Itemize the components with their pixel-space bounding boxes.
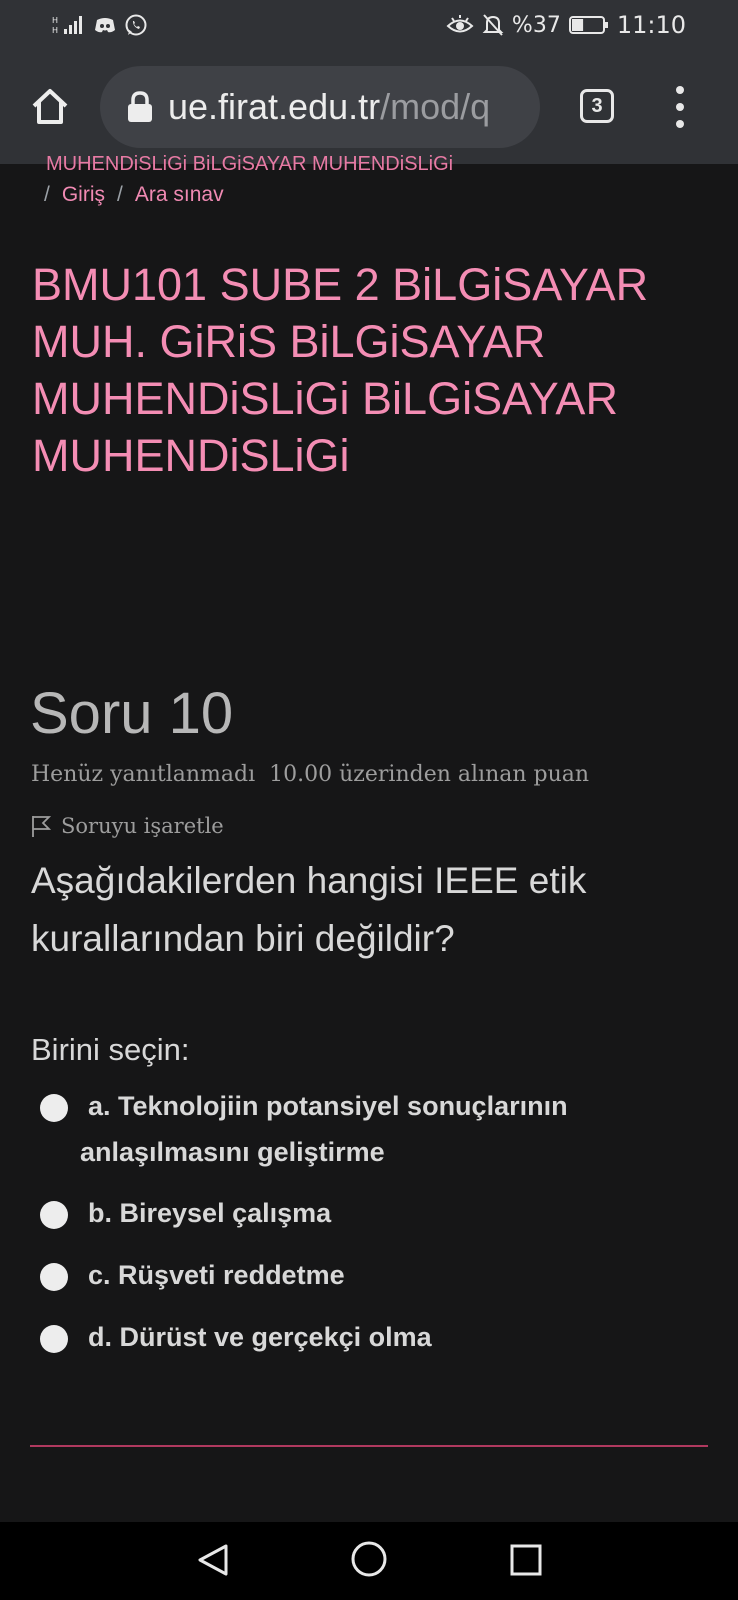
option-label: c. Rüşveti reddetme: [88, 1260, 345, 1290]
url-path: /mod/q: [380, 86, 491, 127]
radio-button[interactable]: [40, 1263, 68, 1291]
option-label: b. Bireysel çalışma: [88, 1198, 332, 1228]
breadcrumb-partial[interactable]: MUHENDiSLiGi BiLGiSAYAR MUHENDiSLiGi: [46, 154, 526, 172]
breadcrumb: / Giriş / Ara sınav: [44, 183, 224, 207]
whatsapp-icon: [125, 14, 147, 36]
browser-toolbar: ue.firat.edu.tr/mod/q 3: [0, 50, 738, 164]
breadcrumb-item-giris[interactable]: Giriş: [62, 183, 105, 207]
breadcrumb-separator: /: [117, 183, 123, 206]
radio-button[interactable]: [40, 1201, 68, 1229]
answer-option-c[interactable]: c. Rüşveti reddetme: [40, 1260, 660, 1298]
signal-icon: H H: [52, 16, 82, 35]
question-number: Soru 10: [30, 681, 234, 746]
question-status: Henüz yanıtlanmadı 10.00 üzerinden alına…: [31, 762, 589, 787]
answer-option-a[interactable]: a. Teknolojiin potansiyel sonuçlarının a…: [40, 1091, 660, 1175]
address-bar[interactable]: ue.firat.edu.tr/mod/q: [100, 66, 540, 148]
eye-comfort-icon: [446, 15, 474, 33]
clock: 11:10: [616, 11, 686, 39]
lock-icon: [128, 91, 152, 122]
option-label: d. Dürüst ve gerçekçi olma: [88, 1322, 432, 1352]
flag-label: Soruyu işaretle: [61, 814, 224, 838]
answer-option-d[interactable]: d. Dürüst ve gerçekçi olma: [40, 1322, 660, 1360]
question-text: Aşağıdakilerden hangisi IEEE etik kurall…: [31, 860, 587, 959]
url-text: ue.firat.edu.tr/mod/q: [168, 86, 490, 128]
home-icon: [32, 89, 68, 124]
nav-home-icon[interactable]: [350, 1540, 388, 1578]
home-button[interactable]: [26, 82, 74, 130]
answer-status: Henüz yanıtlanmadı: [31, 762, 256, 787]
menu-dot: [676, 86, 684, 94]
radio-button[interactable]: [40, 1325, 68, 1353]
back-icon[interactable]: [194, 1540, 234, 1580]
option-label-line: a. Teknolojiin potansiyel sonuçlarının: [88, 1091, 568, 1121]
status-left-icons: H H: [52, 12, 148, 38]
question-grade: 10.00 üzerinden alınan puan: [269, 762, 590, 787]
menu-dot: [676, 120, 684, 128]
more-options-button[interactable]: [664, 86, 696, 128]
flag-icon: [32, 816, 51, 837]
system-nav-bar: [0, 1522, 738, 1600]
menu-dot: [676, 103, 684, 111]
option-label: a. Teknolojiin potansiyel sonuçlarının a…: [80, 1083, 568, 1175]
tab-switcher-button[interactable]: 3: [580, 89, 614, 123]
option-label-line: anlaşılmasını geliştirme: [80, 1137, 385, 1167]
recent-apps-icon[interactable]: [510, 1544, 542, 1576]
status-bar: H H %37 11:10: [0, 0, 738, 50]
breadcrumb-separator: /: [44, 183, 50, 206]
course-title: BMU101 SUBE 2 BiLGiSAYAR MUH. GiRiS BiLG…: [32, 259, 649, 481]
battery-icon: [568, 16, 608, 34]
battery-percent: %37: [511, 12, 561, 38]
status-right-icons: %37 11:10: [446, 11, 686, 39]
url-domain: ue.firat.edu.tr: [168, 86, 381, 127]
divider: [30, 1445, 708, 1447]
radio-button[interactable]: [40, 1094, 68, 1122]
bell-off-icon: [482, 14, 504, 36]
breadcrumb-item-ara-sinav[interactable]: Ara sınav: [135, 183, 224, 207]
flag-question-button[interactable]: Soruyu işaretle: [31, 814, 224, 838]
page: H H %37 11:10 ue.firat.edu.tr/mod/q 3 MU…: [0, 0, 738, 1600]
svg-text:H: H: [52, 26, 58, 35]
svg-text:H: H: [52, 16, 58, 25]
answer-prompt: Birini seçin:: [31, 1032, 190, 1067]
tab-count: 3: [591, 94, 603, 117]
discord-icon: [95, 18, 115, 33]
answer-option-b[interactable]: b. Bireysel çalışma: [40, 1198, 660, 1236]
